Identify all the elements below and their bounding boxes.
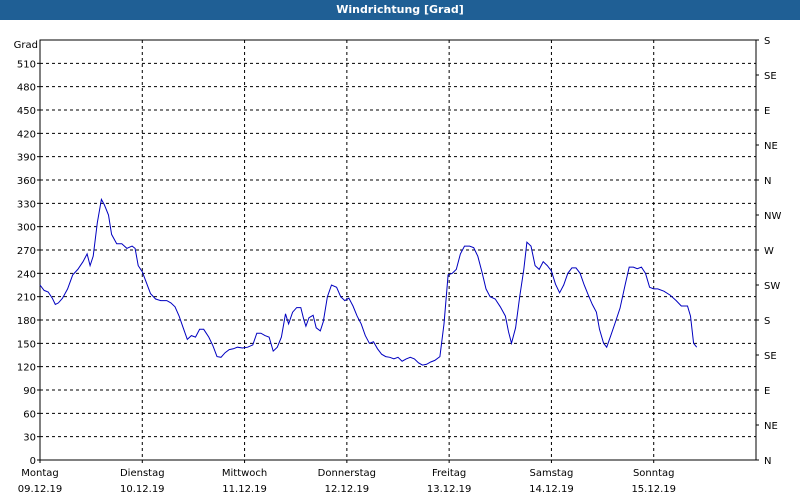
x-tick-date: 10.12.19	[120, 484, 165, 495]
right-tick-label: S	[764, 36, 770, 47]
x-tick-day: Dienstag	[120, 468, 165, 479]
x-tick-day: Freitag	[432, 468, 466, 479]
x-tick-day: Sonntag	[633, 468, 675, 479]
right-tick-label: S	[764, 316, 770, 327]
right-tick-label: N	[764, 176, 771, 187]
y-tick-label: 240	[17, 269, 36, 280]
x-tick-date: 15.12.19	[631, 484, 676, 495]
y-tick-label: 150	[17, 339, 36, 350]
y-tick-label: 30	[23, 433, 36, 444]
x-axis: Montag 09.12.19 Dienstag 10.12.19 Mittwoch 11…	[18, 460, 676, 495]
x-tick-date: 14.12.19	[529, 484, 574, 495]
y-tick-label: 210	[17, 293, 36, 304]
wind-direction-chart: 0 30 60 90 120 150 180 210 240 270 300 330 360 390 420…	[14, 36, 782, 495]
y-tick-label: 330	[17, 199, 36, 210]
x-tick-date: 12.12.19	[325, 484, 370, 495]
right-tick-label: NE	[764, 141, 778, 152]
y-tick-label: 300	[17, 223, 36, 234]
y-tick-label: 270	[17, 246, 36, 257]
y-tick-label: 180	[17, 316, 36, 327]
x-tick-date: 09.12.19	[18, 484, 63, 495]
x-tick-date: 13.12.19	[427, 484, 472, 495]
x-tick-day: Donnerstag	[318, 468, 376, 479]
y-tick-label: 390	[17, 153, 36, 164]
right-tick-label: SE	[764, 351, 777, 362]
right-tick-label: W	[764, 246, 774, 257]
y-tick-label: 90	[23, 386, 36, 397]
right-tick-label: E	[764, 386, 770, 397]
x-tick-date: 11.12.19	[222, 484, 267, 495]
y-tick-label: 120	[17, 363, 36, 374]
y-tick-label: 450	[17, 106, 36, 117]
x-tick-day: Mittwoch	[222, 468, 267, 479]
y-tick-label: 420	[17, 129, 36, 140]
y-tick-label: 360	[17, 176, 36, 187]
y-axis: 0 30 60 90 120 150 180 210 240 270 300 330 360 390 420…	[17, 59, 40, 467]
window-title: Windrichtung [Grad]	[0, 0, 800, 20]
x-tick-day: Samstag	[530, 468, 574, 479]
right-tick-label: E	[764, 106, 770, 117]
x-tick-day: Montag	[21, 468, 58, 479]
y-tick-label: 60	[23, 409, 36, 420]
y-tick-label: 0	[30, 456, 36, 467]
right-tick-label: NE	[764, 421, 778, 432]
right-tick-label: N	[764, 456, 771, 467]
y-tick-label: 480	[17, 83, 36, 94]
y-tick-label: 510	[17, 59, 36, 70]
right-tick-label: NW	[764, 211, 781, 222]
right-tick-label: SE	[764, 71, 777, 82]
y-axis-label: Grad	[14, 40, 38, 51]
right-tick-label: SW	[764, 281, 780, 292]
right-axis: N NE E SE S SW W NW N NE E SE S	[756, 36, 781, 467]
